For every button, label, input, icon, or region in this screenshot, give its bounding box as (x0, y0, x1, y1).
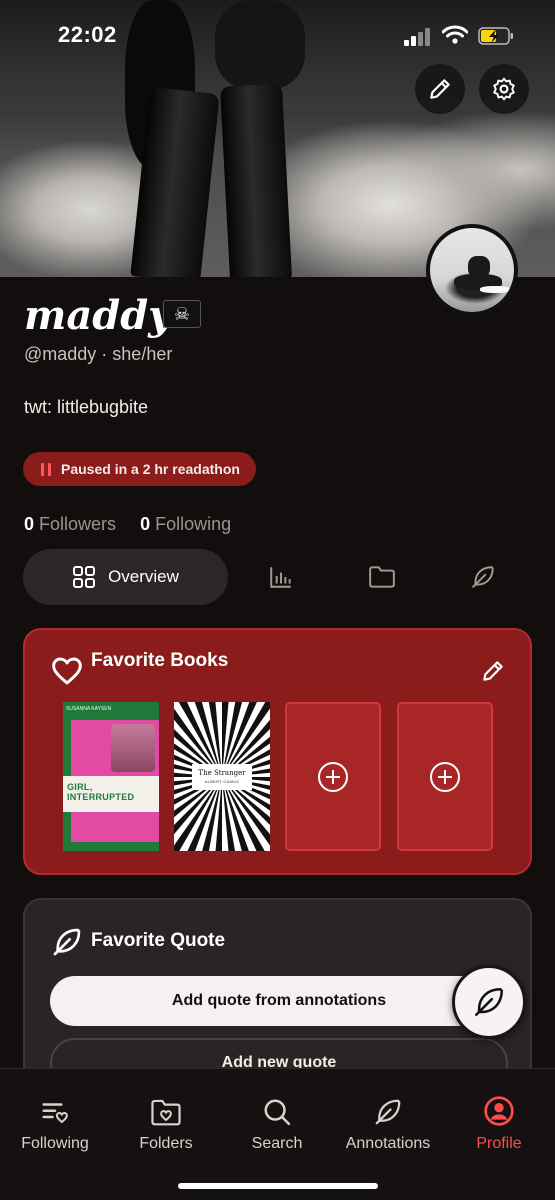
nav-folders-label: Folders (139, 1135, 193, 1152)
add-book-slot[interactable] (397, 702, 493, 851)
nav-profile-label: Profile (476, 1135, 522, 1152)
edit-profile-button[interactable] (415, 64, 465, 114)
tab-folders[interactable] (367, 562, 397, 592)
gear-icon (493, 77, 515, 101)
user-circle-icon (484, 1096, 514, 1126)
edit-books-pencil-icon[interactable] (480, 658, 506, 684)
folder-heart-icon (151, 1099, 181, 1126)
add-circle-icon (430, 761, 460, 792)
bar-chart-icon (270, 567, 291, 588)
settings-button[interactable] (479, 64, 529, 114)
new-annotation-fab[interactable] (452, 965, 526, 1039)
pause-icon (41, 462, 51, 476)
following-count: 0 (140, 514, 151, 534)
book-cover-girl-interrupted[interactable]: SUSANNA KAYSEN GIRL, INTERRUPTED (63, 702, 159, 851)
follow-stats: 0 Followers 0 Following (24, 514, 231, 535)
add-book-slot[interactable] (285, 702, 381, 851)
feather-icon (474, 987, 504, 1017)
favorite-books-title: Favorite Books (91, 650, 229, 671)
nav-profile[interactable]: Profile (444, 1091, 554, 1153)
followers-label: Followers (39, 514, 117, 534)
feather-icon (472, 566, 494, 588)
reading-status-text: Paused in a 2 hr readathon (61, 461, 240, 477)
book-author: SUSANNA KAYSEN (66, 706, 112, 712)
following-link[interactable]: 0 Following (140, 514, 231, 535)
add-quote-from-annotations-button[interactable]: Add quote from annotations (50, 976, 508, 1026)
status-bar: 22:02 (0, 0, 555, 70)
followers-link[interactable]: 0 Followers (24, 514, 116, 535)
add-circle-icon (318, 761, 348, 792)
pirate-flag-icon: ☠ (163, 300, 201, 328)
nav-annotations-label: Annotations (345, 1135, 431, 1152)
tab-overview-label: Overview (108, 567, 179, 586)
display-name: maddy (24, 292, 172, 339)
signal-icon (404, 28, 434, 46)
book-author: ALBERT CAMUS (204, 779, 240, 784)
folder-icon (369, 566, 395, 588)
reading-status-badge[interactable]: Paused in a 2 hr readathon (23, 452, 256, 486)
feather-icon (53, 928, 81, 956)
wifi-icon (442, 25, 468, 44)
book-title: GIRL, INTERRUPTED (67, 782, 135, 802)
handle-pronouns: @maddy · she/her (24, 344, 173, 364)
following-label: Following (155, 514, 232, 534)
list-heart-icon (42, 1103, 68, 1124)
grid-icon (73, 566, 96, 588)
nav-search[interactable]: Search (222, 1091, 332, 1153)
heart-icon (52, 657, 82, 685)
profile-avatar[interactable] (426, 224, 518, 316)
followers-count: 0 (24, 514, 35, 534)
book-cover-the-stranger[interactable]: The Stranger ALBERT CAMUS (174, 702, 270, 851)
profile-bio: twt: littlebugbite (24, 397, 149, 417)
favorite-quote-title: Favorite Quote (91, 930, 226, 951)
nav-annotations[interactable]: Annotations (333, 1091, 443, 1153)
nav-search-label: Search (251, 1135, 303, 1152)
pencil-icon (430, 79, 450, 99)
bottom-navigation: Following Folders Search Annotations Pro… (0, 1068, 555, 1200)
book-title: The Stranger (198, 769, 246, 777)
tab-stats[interactable] (266, 562, 296, 592)
battery-charging-icon (478, 27, 513, 45)
tab-annotations[interactable] (468, 562, 498, 592)
search-icon (264, 1099, 291, 1126)
status-time: 22:02 (58, 22, 117, 47)
home-indicator (178, 1183, 378, 1189)
nav-following[interactable]: Following (0, 1091, 110, 1153)
nav-following-label: Following (21, 1135, 89, 1152)
tab-overview[interactable]: Overview (23, 549, 228, 605)
favorite-books-card: Favorite Books SUSANNA KAYSEN GIRL, INTE… (23, 628, 532, 875)
feather-icon (375, 1099, 401, 1125)
nav-folders[interactable]: Folders (111, 1091, 221, 1153)
